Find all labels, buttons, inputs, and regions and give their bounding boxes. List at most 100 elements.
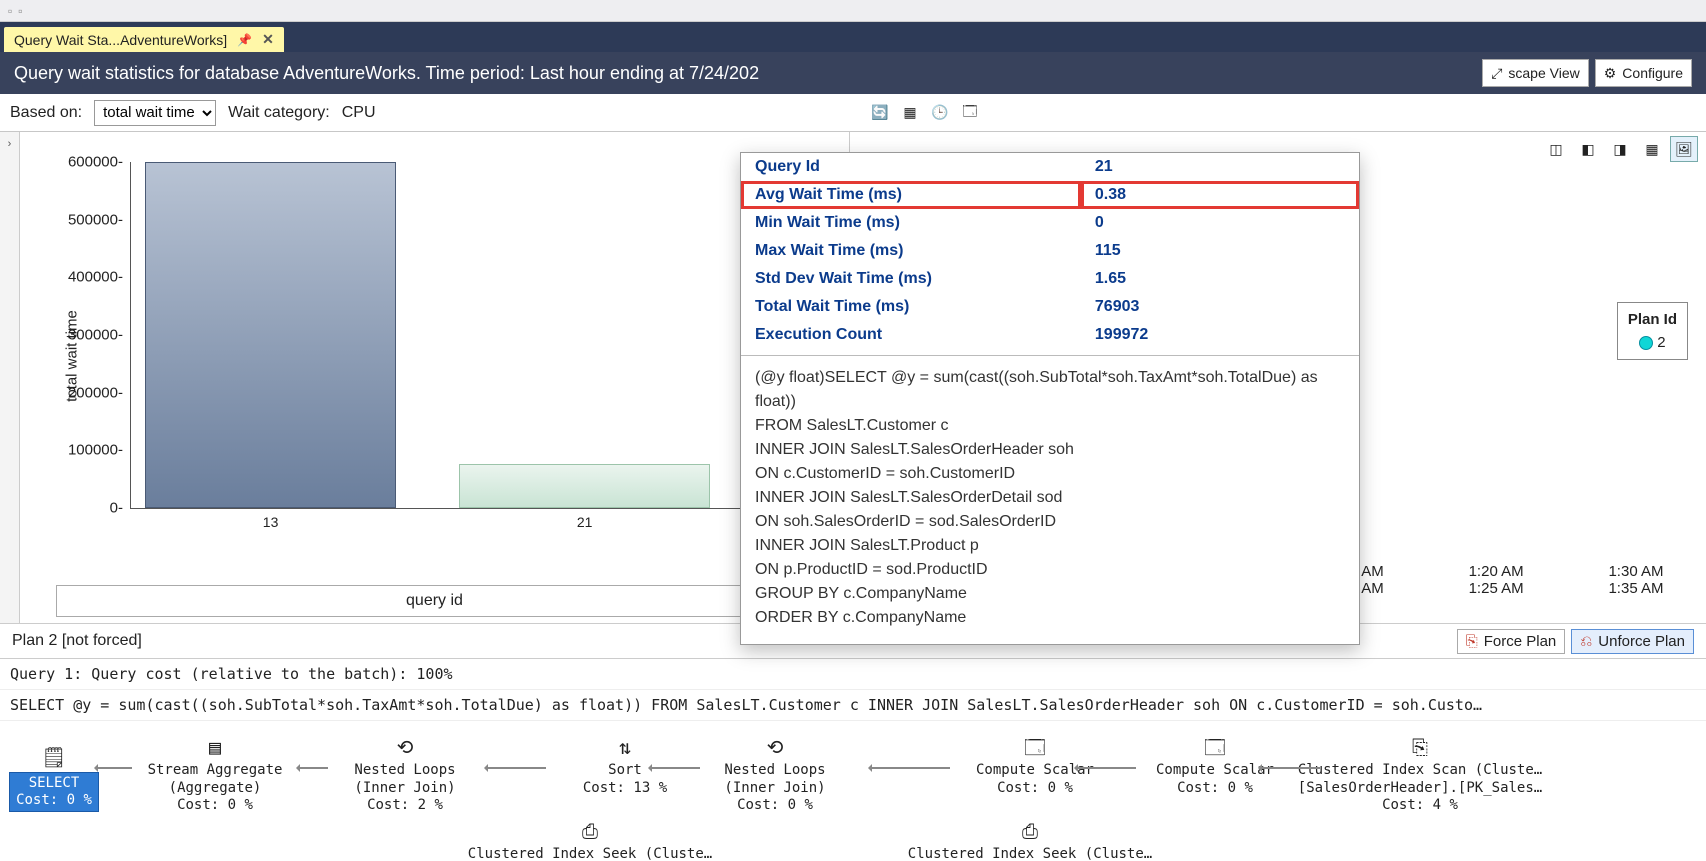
plan-node-index-seek-1[interactable]: ⎙ Clustered Index Seek (Cluste… — [460, 819, 720, 861]
filter-bar: Based on: total wait time Wait category:… — [0, 94, 1706, 132]
escape-view-label: scape View — [1508, 65, 1579, 81]
index-scan-icon: ⎘ — [1290, 735, 1550, 760]
select-node-icon: 🗒 — [6, 745, 102, 770]
tooltip-row: Query Id21 — [741, 153, 1359, 181]
pin-icon[interactable]: 📌 — [237, 33, 252, 47]
grid-icon[interactable]: ▦ — [1638, 136, 1666, 162]
plan-arrow — [96, 767, 132, 769]
image-mode-icon[interactable]: 🖼 — [1670, 136, 1698, 162]
timeline-tick: 1:25 AM — [1469, 580, 1524, 597]
force-plan-icon: ⎘ — [1466, 633, 1478, 650]
wait-category-label: Wait category: — [228, 104, 330, 122]
tooltip-row: Min Wait Time (ms)0 — [741, 209, 1359, 237]
tooltip-row: Execution Count199972 — [741, 321, 1359, 349]
plan-node-label: Clustered Index Seek (Cluste… — [908, 846, 1152, 861]
toolbar-placeholder-icon: ▫ — [8, 4, 12, 18]
index-seek-icon: ⎙ — [900, 819, 1160, 844]
plan-node-select[interactable]: 🗒 SELECT Cost: 0 % — [6, 745, 102, 812]
x-axis-label: query id — [406, 592, 463, 609]
wait-category-value: CPU — [342, 104, 376, 122]
timeline-tick: 1:20 AM — [1469, 563, 1524, 580]
plan-node-stream-aggregate[interactable]: ▤Stream Aggregate (Aggregate) Cost: 0 % — [110, 735, 320, 815]
query-sql-line: SELECT @y = sum(cast((soh.SubTotal*soh.T… — [0, 690, 1706, 721]
plan-arrow — [1260, 767, 1320, 769]
aggregate-icon: ▤ — [110, 735, 320, 760]
plan-node-compute-scalar-2[interactable]: 🗔Compute Scalar Cost: 0 % — [1110, 735, 1320, 797]
view-mode-3-icon[interactable]: ◨ — [1606, 136, 1634, 162]
tooltip-row: Max Wait Time (ms)115 — [741, 237, 1359, 265]
toolbar-placeholder-icon: ▫ — [18, 4, 22, 18]
app-top-toolbar: ▫ ▫ — [0, 0, 1706, 22]
collapse-handle-left[interactable]: › — [0, 132, 20, 623]
plan-node-label: Stream Aggregate (Aggregate) Cost: 0 % — [148, 762, 283, 813]
plan-id-legend[interactable]: Plan Id 2 — [1617, 302, 1688, 360]
compute-scalar-icon: 🗔 — [930, 735, 1140, 760]
chart-column: total wait time 0-100000-200000-300000-4… — [20, 132, 850, 623]
main-content: › total wait time 0-100000-200000-300000… — [0, 132, 1706, 623]
plan-arrow — [650, 767, 700, 769]
based-on-select[interactable]: total wait time — [94, 100, 216, 126]
tooltip-row: Total Wait Time (ms)76903 — [741, 293, 1359, 321]
plan-node-label: Clustered Index Seek (Cluste… — [468, 846, 712, 861]
page-title: Query wait statistics for database Adven… — [14, 63, 759, 84]
close-icon[interactable]: ✕ — [262, 31, 274, 48]
grid-view-icon[interactable]: ▦ — [896, 100, 924, 126]
force-plan-button[interactable]: ⎘ Force Plan — [1457, 629, 1566, 654]
gear-icon: ⚙ — [1604, 65, 1617, 82]
escape-view-button[interactable]: ⤢ scape View — [1482, 59, 1589, 87]
document-tab-active[interactable]: Query Wait Sta...AdventureWorks] 📌 ✕ — [4, 27, 284, 52]
tooltip-table: Query Id21Avg Wait Time (ms)0.38Min Wait… — [741, 153, 1359, 349]
compute-scalar-icon: 🗔 — [1110, 735, 1320, 760]
plan-node-label: Nested Loops (Inner Join) Cost: 2 % — [354, 762, 455, 813]
chart-bar[interactable] — [459, 464, 710, 508]
tooltip-divider — [741, 355, 1359, 356]
x-tick-label: 13 — [263, 514, 279, 530]
force-plan-label: Force Plan — [1484, 633, 1557, 650]
x-axis-dropdown[interactable]: query id — [56, 585, 813, 617]
plan-node-select-label: SELECT Cost: 0 % — [9, 772, 99, 812]
view-mode-1-icon[interactable]: ◫ — [1542, 136, 1570, 162]
plan-legend-title: Plan Id — [1628, 311, 1677, 328]
configure-button[interactable]: ⚙ Configure — [1595, 59, 1692, 87]
index-seek-icon: ⎙ — [460, 819, 720, 844]
plan-arrow — [298, 767, 328, 769]
table-icon[interactable]: 🗔 — [956, 100, 984, 126]
plan-node-label: Nested Loops (Inner Join) Cost: 0 % — [724, 762, 825, 813]
plan-legend-swatch-icon — [1639, 336, 1653, 350]
unforce-plan-label: Unforce Plan — [1598, 633, 1685, 650]
refresh-icon[interactable]: 🔄 — [866, 100, 894, 126]
plan-arrow — [486, 767, 546, 769]
title-bar: Query wait statistics for database Adven… — [0, 52, 1706, 94]
plan-node-index-seek-2[interactable]: ⎙ Clustered Index Seek (Cluste… — [900, 819, 1160, 861]
plan-node-label: Clustered Index Scan (Cluste… [SalesOrde… — [1298, 762, 1542, 813]
nested-loops-icon: ⟲ — [300, 735, 510, 760]
plan-node-compute-scalar-1[interactable]: 🗔Compute Scalar Cost: 0 % — [930, 735, 1140, 797]
plan-arrow — [870, 767, 950, 769]
timeline-tick: 1:30 AM — [1608, 563, 1663, 580]
clock-icon[interactable]: 🕒 — [926, 100, 954, 126]
query-tooltip: Query Id21Avg Wait Time (ms)0.38Min Wait… — [740, 152, 1360, 645]
execution-plan-graph[interactable]: 🗒 SELECT Cost: 0 % ▤Stream Aggregate (Ag… — [0, 721, 1706, 861]
timeline-tick: 1:35 AM — [1608, 580, 1663, 597]
document-tab-strip: Query Wait Sta...AdventureWorks] 📌 ✕ — [0, 22, 1706, 52]
document-tab-title: Query Wait Sta...AdventureWorks] — [14, 32, 227, 48]
tooltip-sql: (@y float)SELECT @y = sum(cast((soh.SubT… — [741, 362, 1359, 644]
plan-header-title: Plan 2 [not forced] — [12, 632, 142, 650]
based-on-label: Based on: — [10, 104, 82, 122]
plan-node-nested-loops-2[interactable]: ⟲Nested Loops (Inner Join) Cost: 0 % — [670, 735, 880, 815]
plan-legend-item: 2 — [1657, 334, 1665, 351]
escape-view-icon: ⤢ — [1491, 65, 1502, 82]
configure-label: Configure — [1622, 65, 1683, 81]
plan-node-nested-loops-1[interactable]: ⟲Nested Loops (Inner Join) Cost: 2 % — [300, 735, 510, 815]
plot-area: 0-100000-200000-300000-400000-500000-600… — [130, 162, 829, 509]
unforce-plan-button[interactable]: ⎌Unforce Plan — [1571, 629, 1694, 654]
chart-bar[interactable] — [145, 162, 396, 508]
tooltip-row: Std Dev Wait Time (ms)1.65 — [741, 265, 1359, 293]
view-mode-2-icon[interactable]: ◧ — [1574, 136, 1602, 162]
plan-arrow — [1076, 767, 1136, 769]
tooltip-row: Avg Wait Time (ms)0.38 — [741, 181, 1359, 209]
plan-node-index-scan[interactable]: ⎘Clustered Index Scan (Cluste… [SalesOrd… — [1290, 735, 1550, 815]
query-cost-line: Query 1: Query cost (relative to the bat… — [0, 659, 1706, 690]
chart-canvas: total wait time 0-100000-200000-300000-4… — [20, 132, 849, 579]
x-tick-label: 21 — [577, 514, 593, 530]
